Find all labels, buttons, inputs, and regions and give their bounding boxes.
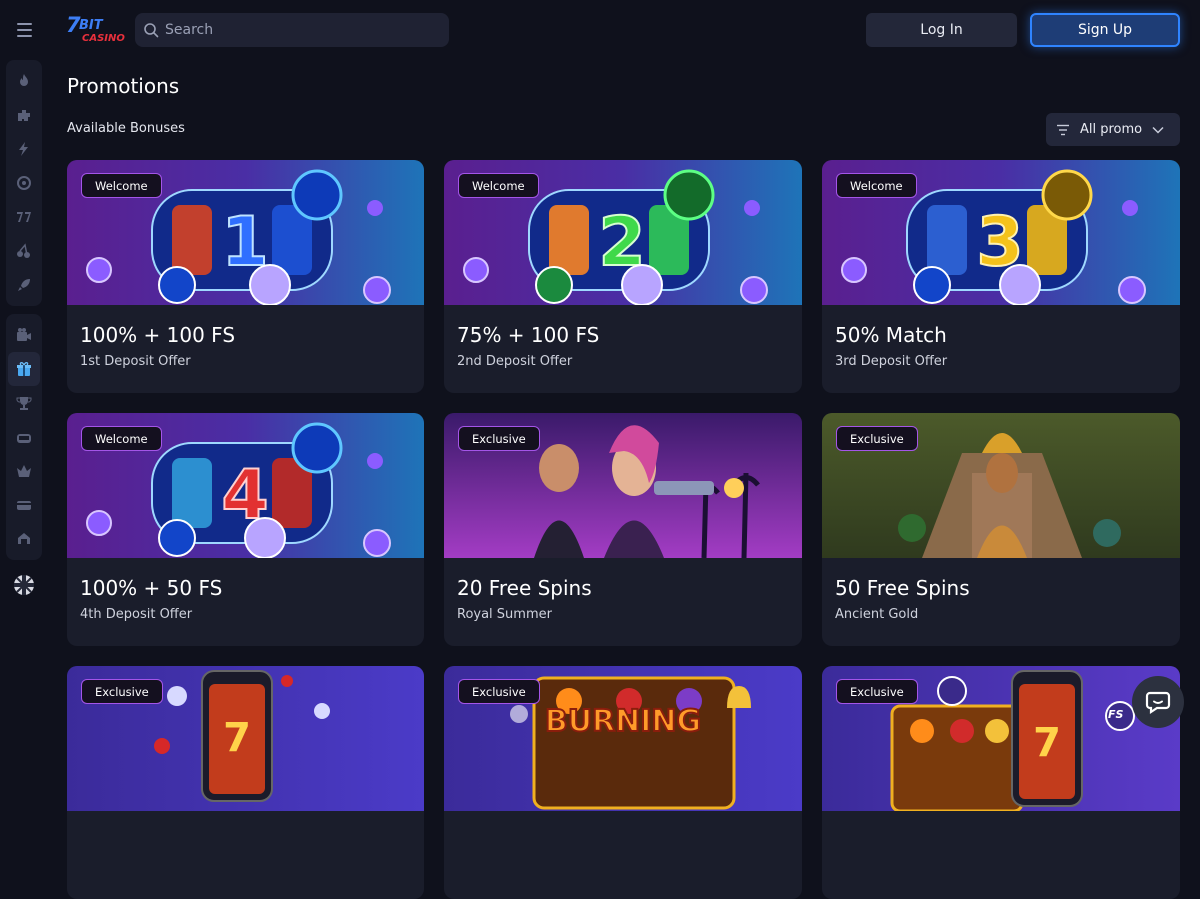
promo-title: 100% + 50 FS — [80, 576, 223, 600]
hamburger-menu-icon[interactable] — [10, 16, 38, 44]
svg-text:CASINO: CASINO — [82, 33, 125, 44]
sidebar-item-slots[interactable] — [8, 200, 40, 234]
rocket-icon — [18, 279, 30, 291]
promo-badge: Exclusive — [458, 679, 540, 704]
target-icon — [17, 176, 31, 190]
language-selector[interactable] — [8, 568, 40, 602]
lightning-icon — [19, 142, 28, 156]
promo-filter-dropdown[interactable]: All promo — [1046, 113, 1180, 146]
uk-flag-icon — [14, 575, 34, 595]
page-title: Promotions — [67, 74, 180, 98]
svg-text:7: 7 — [223, 715, 251, 761]
promo-subtitle: Royal Summer — [457, 607, 552, 622]
chevron-down-icon — [1152, 126, 1164, 134]
promo-subtitle: 3rd Deposit Offer — [835, 354, 948, 369]
sidebar-item-target[interactable] — [8, 166, 40, 200]
cherries-icon — [17, 243, 30, 258]
promo-subtitle: 1st Deposit Offer — [80, 354, 191, 369]
live-casino-icon — [17, 328, 31, 341]
sidebar-item-hot[interactable] — [8, 64, 40, 98]
sevens-icon — [17, 212, 31, 222]
promo-card[interactable]: 7 Exclusive — [67, 666, 424, 899]
puzzle-icon — [18, 110, 30, 121]
promo-badge: Welcome — [458, 173, 539, 198]
sidebar-item-vip[interactable] — [8, 454, 40, 488]
promo-title: 100% + 100 FS — [80, 323, 236, 347]
gift-icon — [17, 362, 31, 376]
promo-title: 20 Free Spins — [457, 576, 592, 600]
sidebar-group-features — [6, 314, 42, 560]
promo-subtitle: 2nd Deposit Offer — [457, 354, 573, 369]
sidebar-item-fast[interactable] — [8, 132, 40, 166]
fs-chip-text: FS — [1108, 708, 1124, 721]
site-logo[interactable]: 7 BIT CASINO — [64, 12, 126, 46]
login-button[interactable]: Log In — [866, 13, 1017, 47]
live-chat-button[interactable] — [1132, 676, 1184, 728]
promo-image: Exclusive — [822, 413, 1180, 558]
promo-title: 75% + 100 FS — [457, 323, 600, 347]
promo-card[interactable]: Exclusive 20 Free Spins Royal Summer — [444, 413, 802, 646]
section-subtitle: Available Bonuses — [67, 121, 185, 136]
promo-title: 50 Free Spins — [835, 576, 970, 600]
crown-icon — [17, 465, 31, 477]
promo-subtitle: 4th Deposit Offer — [80, 607, 193, 622]
promo-title: 50% Match — [835, 323, 947, 347]
sidebar-group-games — [6, 60, 42, 306]
sidebar-item-payments[interactable] — [8, 488, 40, 522]
fire-icon — [20, 74, 28, 86]
promo-image: 3 Welcome — [822, 160, 1180, 305]
filter-label: All promo — [1080, 122, 1143, 137]
promo-card[interactable]: Exclusive 50 Free Spins Ancient Gold — [822, 413, 1180, 646]
sidebar-item-tournaments[interactable] — [8, 386, 40, 420]
promo-badge: Welcome — [836, 173, 917, 198]
promo-card[interactable]: 3 Welcome 50% Match 3rd Deposit Offer — [822, 160, 1180, 393]
promo-grid: 1 Welcome 100% + 100 FS 1st Deposit Offe… — [67, 160, 1180, 899]
promo-badge: Exclusive — [458, 426, 540, 451]
burning-art-text: BURNING — [544, 703, 702, 740]
sidebar-item-promotions[interactable] — [8, 352, 40, 386]
promo-card[interactable]: Exclusive BURNING — [444, 666, 802, 899]
svg-text:7: 7 — [1033, 720, 1061, 766]
filter-icon — [1057, 124, 1069, 135]
search-icon — [144, 23, 159, 38]
wallet-icon — [17, 501, 31, 510]
promo-image: 7 Exclusive — [67, 666, 424, 811]
sidebar-item-crash[interactable] — [8, 268, 40, 302]
signup-button[interactable]: Sign Up — [1030, 13, 1180, 47]
promo-image: 4 Welcome — [67, 413, 424, 558]
promo-image: 2 Welcome — [444, 160, 802, 305]
promo-badge: Exclusive — [836, 679, 918, 704]
svg-text:BIT: BIT — [79, 18, 104, 33]
sidebar — [6, 60, 42, 602]
jackpot-icon — [17, 434, 31, 443]
search-input[interactable] — [165, 22, 425, 38]
trophy-icon — [16, 397, 32, 410]
promo-subtitle: Ancient Gold — [835, 607, 919, 622]
sidebar-item-live[interactable] — [8, 318, 40, 352]
promo-image: 7 Exclusive FS — [822, 666, 1180, 811]
promo-badge: Exclusive — [81, 679, 163, 704]
top-header: 7 BIT CASINO Log In Sign Up — [0, 0, 1200, 60]
promo-card[interactable]: 2 Welcome 75% + 100 FS 2nd Deposit Offer — [444, 160, 802, 393]
sidebar-item-classic[interactable] — [8, 234, 40, 268]
promo-badge: Welcome — [81, 173, 162, 198]
sidebar-item-jackpots[interactable] — [8, 420, 40, 454]
promo-image: 1 Welcome — [67, 160, 424, 305]
promo-badge: Exclusive — [836, 426, 918, 451]
search-box[interactable] — [135, 13, 449, 47]
promo-image: Exclusive — [444, 413, 802, 558]
promo-card[interactable]: 1 Welcome 100% + 100 FS 1st Deposit Offe… — [67, 160, 424, 393]
sidebar-item-new[interactable] — [8, 98, 40, 132]
promo-card[interactable]: 7 Exclusive FS — [822, 666, 1180, 899]
promo-card[interactable]: 4 Welcome 100% + 50 FS 4th Deposit Offer — [67, 413, 424, 646]
sidebar-item-club[interactable] — [8, 522, 40, 556]
promo-image: Exclusive BURNING — [444, 666, 802, 811]
chat-bubble-icon — [1145, 691, 1171, 715]
promo-badge: Welcome — [81, 426, 162, 451]
vip-icon — [18, 533, 30, 544]
